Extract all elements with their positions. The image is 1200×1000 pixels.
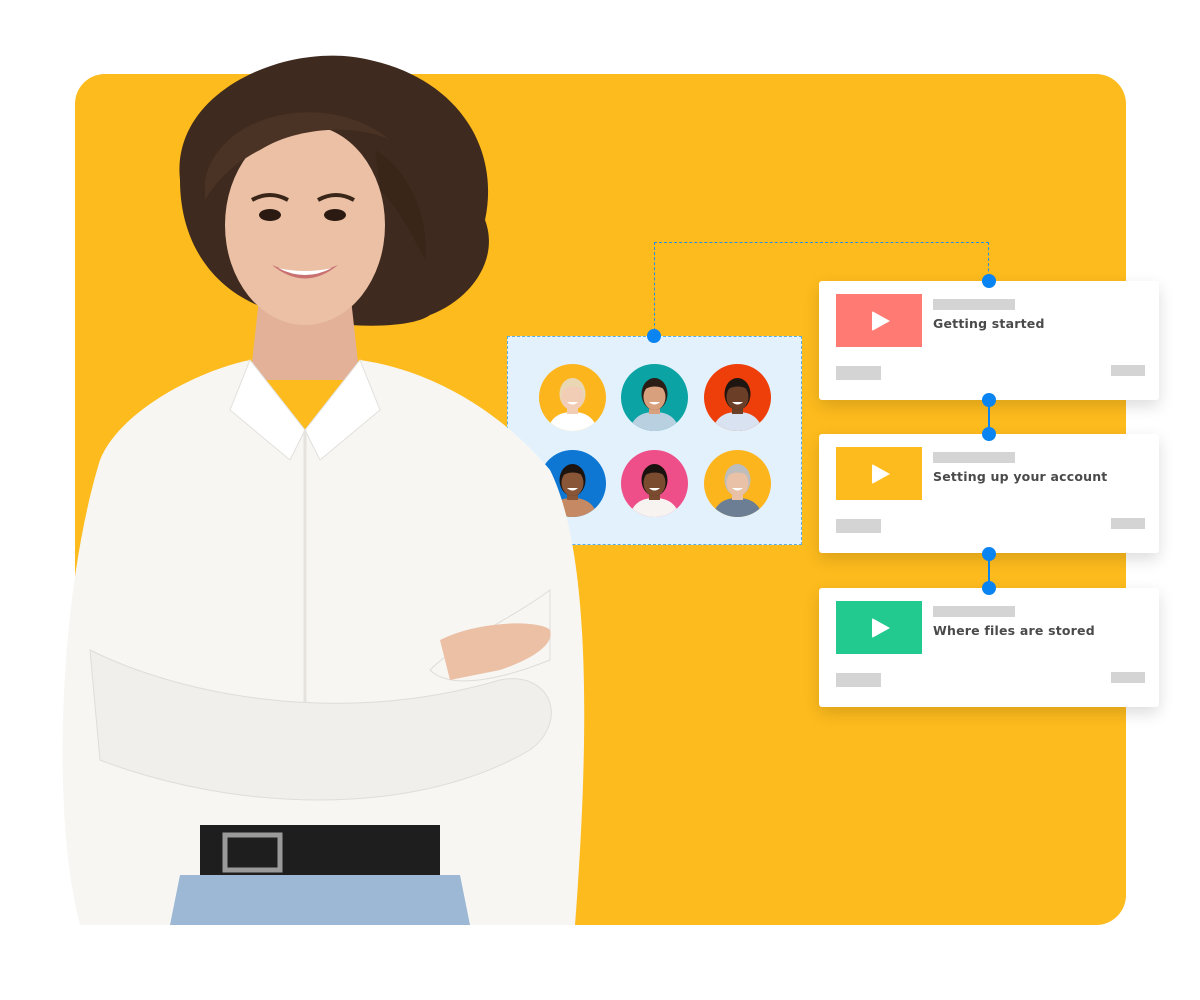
lesson-card[interactable]: Setting up your account (819, 434, 1159, 553)
hero-woman-photo (30, 30, 610, 925)
dashed-connector-horizontal (654, 242, 989, 243)
video-thumbnail[interactable] (836, 447, 922, 500)
connector-dot (982, 393, 996, 407)
placeholder-bar (933, 299, 1015, 310)
lesson-card[interactable]: Where files are stored (819, 588, 1159, 707)
lesson-title: Where files are stored (933, 623, 1095, 638)
lesson-title: Getting started (933, 316, 1045, 331)
avatar-smiling-man (621, 364, 688, 431)
play-icon (872, 463, 890, 484)
placeholder-bar (836, 519, 881, 533)
connector-dot (982, 547, 996, 561)
dashed-connector-left (654, 242, 655, 336)
connector-dot (647, 329, 661, 343)
lesson-title: Setting up your account (933, 469, 1108, 484)
placeholder-bar (933, 452, 1015, 463)
placeholder-bar (1111, 672, 1145, 683)
placeholder-bar (933, 606, 1015, 617)
placeholder-bar (836, 366, 881, 380)
lesson-card[interactable]: Getting started (819, 281, 1159, 400)
connector-dot (982, 427, 996, 441)
video-thumbnail[interactable] (836, 601, 922, 654)
connector-dot (982, 581, 996, 595)
avatar-grey-haired-woman (704, 450, 771, 517)
avatar-bearded-man (621, 450, 688, 517)
placeholder-bar (1111, 365, 1145, 376)
play-icon (872, 617, 890, 638)
connector-dot (982, 274, 996, 288)
play-icon (872, 310, 890, 331)
placeholder-bar (1111, 518, 1145, 529)
placeholder-bar (836, 673, 881, 687)
avatar-older-man (704, 364, 771, 431)
video-thumbnail[interactable] (836, 294, 922, 347)
